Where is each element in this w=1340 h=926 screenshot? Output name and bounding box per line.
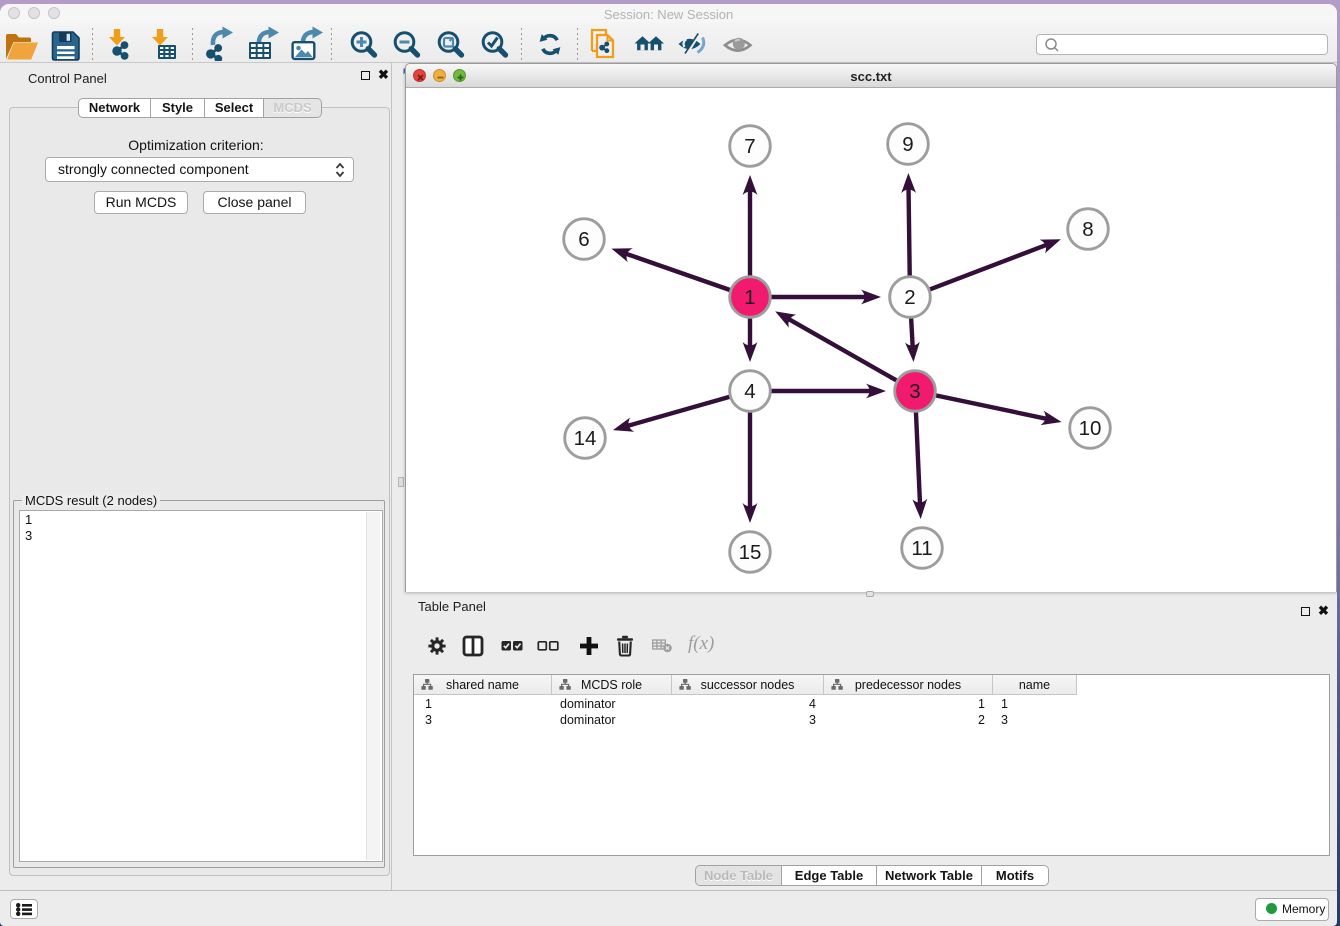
svg-text:3: 3	[909, 380, 920, 403]
svg-text:11: 11	[911, 537, 932, 560]
svg-text:4: 4	[744, 380, 755, 403]
svg-text:14: 14	[574, 427, 597, 450]
svg-text:15: 15	[739, 541, 762, 564]
svg-text:9: 9	[902, 133, 913, 156]
svg-text:2: 2	[904, 286, 915, 309]
svg-text:8: 8	[1082, 218, 1093, 241]
svg-text:10: 10	[1079, 417, 1102, 440]
svg-text:1: 1	[744, 286, 755, 309]
svg-text:6: 6	[578, 228, 589, 251]
svg-text:7: 7	[744, 135, 755, 158]
